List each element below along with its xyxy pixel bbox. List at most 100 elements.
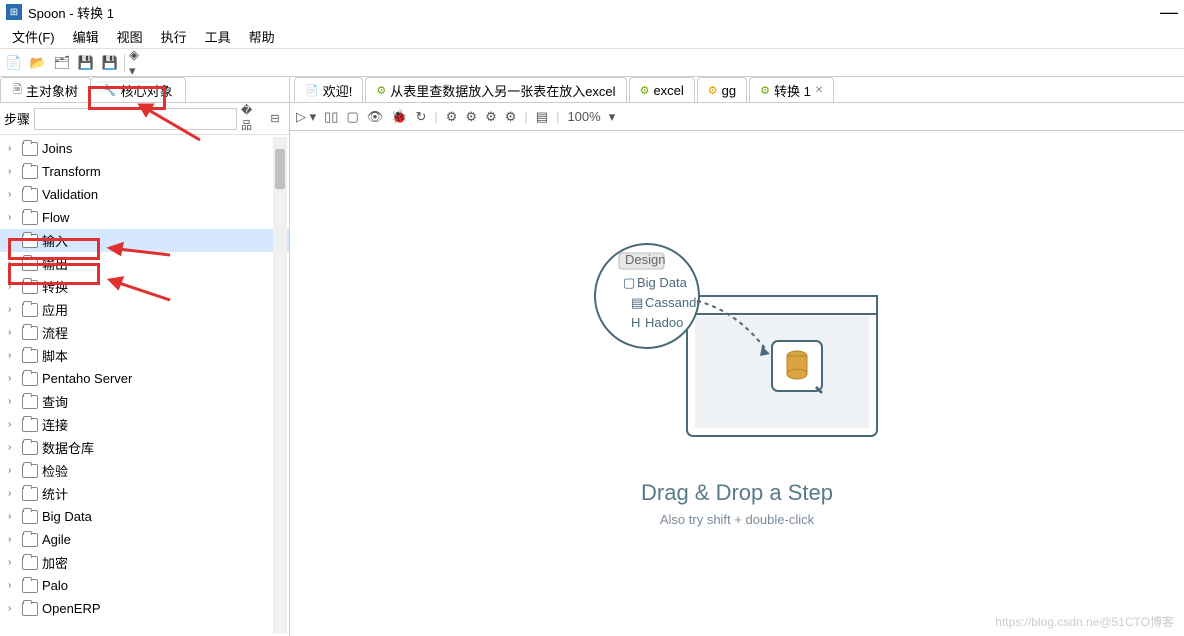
chevron-right-icon[interactable]: › <box>8 258 18 269</box>
sql-icon[interactable]: ⚙ <box>446 109 458 125</box>
db-icon[interactable]: ⚙ <box>505 109 517 125</box>
chevron-right-icon[interactable]: › <box>8 143 18 154</box>
tab-icon: 📄 <box>305 84 319 97</box>
tree-label: Palo <box>42 578 68 593</box>
scroll-thumb[interactable] <box>275 149 285 189</box>
tree-item-palo[interactable]: › Palo <box>0 574 289 597</box>
chevron-right-icon[interactable]: › <box>8 189 18 200</box>
tree-item-脚本[interactable]: ›脚本 <box>0 344 289 367</box>
folder-icon <box>22 464 38 478</box>
chevron-right-icon[interactable]: › <box>8 465 18 476</box>
tree-label: 输出 <box>42 254 68 273</box>
tree-item-数据仓库[interactable]: ›数据仓库 <box>0 436 289 459</box>
tab-core-objects[interactable]: 🔧 核心对象 <box>90 77 186 102</box>
impact-icon[interactable]: ⚙ <box>465 109 477 125</box>
editor-tab[interactable]: ⚙从表里查数据放入另一张表在放入excel <box>365 77 626 102</box>
tab-main-tree[interactable]: 🗎 主对象树 <box>0 77 91 102</box>
replay-icon[interactable]: ↻ <box>415 109 426 125</box>
canvas[interactable]: Design ▢ Big Data ▤ Cassandr H Hadoo Dra… <box>290 131 1184 636</box>
chevron-right-icon[interactable]: › <box>8 327 18 338</box>
stop-icon[interactable]: ▢ <box>346 109 358 125</box>
chevron-right-icon[interactable]: › <box>8 281 18 292</box>
tree-label: OpenERP <box>42 601 101 616</box>
chevron-right-icon[interactable]: › <box>8 580 18 591</box>
editor-tab[interactable]: 📄欢迎! <box>294 77 363 102</box>
menu-run[interactable]: 执行 <box>153 25 195 48</box>
save-icon[interactable]: 💾 <box>76 53 96 73</box>
chevron-right-icon[interactable]: › <box>8 488 18 499</box>
drop-illustration: Design ▢ Big Data ▤ Cassandr H Hadoo Dra… <box>587 241 887 527</box>
folder-icon <box>22 349 38 363</box>
tree-item-输出[interactable]: › 输出 <box>0 252 289 275</box>
svg-text:Cassandr: Cassandr <box>645 295 701 310</box>
collapse-all-icon[interactable]: ⊟ <box>265 109 285 129</box>
tree-item-统计[interactable]: ›统计 <box>0 482 289 505</box>
tree-item-validation[interactable]: ›Validation <box>0 183 289 206</box>
tree-item-连接[interactable]: ›连接 <box>0 413 289 436</box>
menu-edit[interactable]: 编辑 <box>65 25 107 48</box>
tree-item-检验[interactable]: ›检验 <box>0 459 289 482</box>
tree-item-openerp[interactable]: › OpenERP <box>0 597 289 620</box>
check-icon[interactable]: ⚙ <box>485 109 497 125</box>
tree-item-joins[interactable]: ›Joins <box>0 137 289 160</box>
chevron-right-icon[interactable]: › <box>8 419 18 430</box>
tree-item-查询[interactable]: ›查询 <box>0 390 289 413</box>
chevron-right-icon[interactable]: › <box>8 235 18 246</box>
chevron-right-icon[interactable]: › <box>8 350 18 361</box>
tree-item-流程[interactable]: ›流程 <box>0 321 289 344</box>
chevron-right-icon[interactable]: › <box>8 603 18 614</box>
menu-view[interactable]: 视图 <box>109 25 151 48</box>
tree-label: Agile <box>42 532 71 547</box>
chevron-right-icon[interactable]: › <box>8 212 18 223</box>
editor-tab[interactable]: ⚙转换 1✕ <box>749 77 834 102</box>
main-area: 🗎 主对象树 🔧 核心对象 步骤 �品 ⊟ ›Joins›Transform›V… <box>0 76 1184 636</box>
menu-help[interactable]: 帮助 <box>241 25 283 48</box>
tree-item-flow[interactable]: ›Flow <box>0 206 289 229</box>
step-tree[interactable]: ›Joins›Transform›Validation›Flow›输入›输出›转… <box>0 135 289 636</box>
chevron-right-icon[interactable]: › <box>8 373 18 384</box>
tab-icon: ⚙ <box>708 84 718 97</box>
expand-all-icon[interactable]: �品 <box>241 109 261 129</box>
editor-tab[interactable]: ⚙excel <box>629 77 695 102</box>
chevron-right-icon[interactable]: › <box>8 511 18 522</box>
new-icon[interactable]: 📄 <box>4 53 24 73</box>
tree-item-transform[interactable]: ›Transform <box>0 160 289 183</box>
wrench-icon: 🔧 <box>103 84 117 97</box>
metrics-icon[interactable]: ▤ <box>536 109 548 125</box>
tree-item-转换[interactable]: ›转换 <box>0 275 289 298</box>
menu-file[interactable]: 文件(F) <box>4 25 63 48</box>
tree-item-加密[interactable]: ›加密 <box>0 551 289 574</box>
editor-tab[interactable]: ⚙gg <box>697 77 747 102</box>
search-input[interactable] <box>34 108 237 130</box>
debug-icon[interactable]: 🐞 <box>391 109 407 125</box>
tree-item-pentaho-server[interactable]: ›Pentaho Server <box>0 367 289 390</box>
zoom-dropdown[interactable]: ▾ <box>609 109 616 125</box>
menu-tools[interactable]: 工具 <box>197 25 239 48</box>
saveas-icon[interactable]: 💾 <box>100 53 120 73</box>
perspective-icon[interactable]: ◈ ▾ <box>129 53 149 73</box>
tree-item-应用[interactable]: ›应用 <box>0 298 289 321</box>
close-icon[interactable]: ✕ <box>815 85 823 96</box>
folder-icon <box>22 395 38 409</box>
tree-item-agile[interactable]: › Agile <box>0 528 289 551</box>
chevron-right-icon[interactable]: › <box>8 534 18 545</box>
svg-text:▢: ▢ <box>623 275 635 290</box>
doc-icon: 🗎 <box>13 81 22 100</box>
folder-icon <box>22 234 38 248</box>
preview-icon[interactable]: 👁 <box>367 109 384 125</box>
pause-icon[interactable]: ▯▯ <box>324 109 338 125</box>
minimize-button[interactable]: — <box>1160 2 1178 23</box>
explore-icon[interactable]: 🗂 <box>52 53 72 73</box>
titlebar: ⊞ Spoon - 转换 1 — <box>0 0 1184 24</box>
chevron-right-icon[interactable]: › <box>8 166 18 177</box>
chevron-right-icon[interactable]: › <box>8 396 18 407</box>
chevron-right-icon[interactable]: › <box>8 304 18 315</box>
chevron-right-icon[interactable]: › <box>8 442 18 453</box>
run-icon[interactable]: ▷ ▾ <box>296 109 316 125</box>
scrollbar[interactable] <box>273 137 287 634</box>
window-title: Spoon - 转换 1 <box>28 3 114 22</box>
open-icon[interactable]: 📂 <box>28 53 48 73</box>
tree-item-输入[interactable]: ›输入 <box>0 229 289 252</box>
tree-item-big-data[interactable]: ›Big Data <box>0 505 289 528</box>
chevron-right-icon[interactable]: › <box>8 557 18 568</box>
